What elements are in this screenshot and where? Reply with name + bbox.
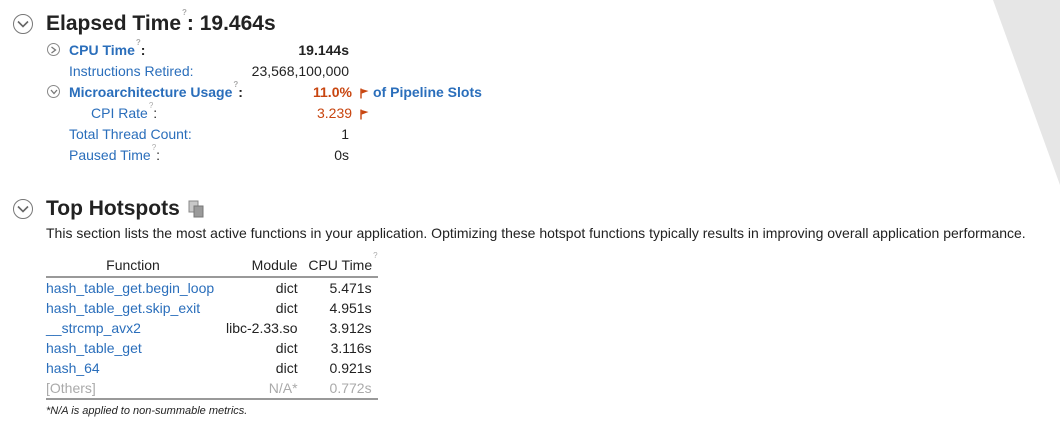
microarch-usage-value: 11.0% <box>313 84 352 100</box>
cpu-time-cell: 0.921s <box>329 360 372 376</box>
column-header-module[interactable]: Module <box>226 255 304 278</box>
function-cell[interactable]: hash_table_get <box>46 338 226 358</box>
collapse-hotspots-toggle[interactable] <box>13 199 33 219</box>
paused-time-row-label: Paused Time?: <box>69 143 161 163</box>
na-footnote: *N/A is applied to non-summable metrics. <box>46 405 248 417</box>
module-cell: dict <box>275 280 298 296</box>
chevron-right-icon <box>51 45 57 54</box>
cpu-time-label[interactable]: CPU Time <box>69 42 135 58</box>
microarch-usage-suffix[interactable]: of Pipeline Slots <box>373 84 482 100</box>
help-icon[interactable]: ? <box>373 251 377 260</box>
paused-time-label[interactable]: Paused Time <box>69 147 151 163</box>
module-cell: dict <box>275 340 298 356</box>
microarch-usage-row-label: Microarchitecture Usage?: <box>69 80 243 100</box>
cpi-rate-colon: : <box>153 105 158 121</box>
cpu-time-cell: 5.471s <box>329 280 372 296</box>
module-cell: dict <box>275 360 298 376</box>
help-icon[interactable]: ? <box>152 143 156 152</box>
help-icon[interactable]: ? <box>149 101 153 110</box>
function-cell[interactable]: hash_64 <box>46 358 226 378</box>
cpu-time-value: 19.144s <box>298 42 349 58</box>
elapsed-time-value: : 19.464s <box>186 12 276 35</box>
microarch-usage-colon: : <box>238 84 243 100</box>
copy-icon[interactable] <box>188 200 205 218</box>
function-cell[interactable]: hash_table_get.skip_exit <box>46 298 226 318</box>
elapsed-time-title: Elapsed Time <box>46 12 182 35</box>
expand-cpu-time-toggle[interactable] <box>47 43 60 56</box>
table-row: hash_64 dict 0.921s <box>46 358 378 378</box>
cpu-time-cell: 0.772s <box>303 378 378 400</box>
collapse-elapsed-toggle[interactable] <box>13 14 33 34</box>
table-row: __strcmp_avx2 libc-2.33.so 3.912s <box>46 318 378 338</box>
cpi-rate-label[interactable]: CPI Rate <box>91 105 148 121</box>
cpi-rate-row-label: CPI Rate?: <box>91 101 158 121</box>
chevron-down-icon <box>17 20 29 28</box>
cpu-time-cell: 4.951s <box>329 300 372 316</box>
top-hotspots-title: Top Hotspots <box>46 197 180 220</box>
instructions-retired-label[interactable]: Instructions Retired: <box>69 63 194 79</box>
elapsed-time-heading: Elapsed Time?: 19.464s <box>46 8 276 36</box>
microarch-usage-value-group: 11.0% <box>313 84 369 100</box>
cpi-rate-value: 3.239 <box>317 105 353 121</box>
cpu-time-cell: 3.116s <box>330 340 372 356</box>
function-cell[interactable]: __strcmp_avx2 <box>46 318 226 338</box>
module-cell: dict <box>275 300 298 316</box>
column-header-cpu-time[interactable]: CPU Time? <box>303 251 378 278</box>
instructions-retired-row: Instructions Retired: <box>69 63 194 79</box>
total-thread-count-label[interactable]: Total Thread Count: <box>69 126 192 142</box>
total-thread-count-row: Total Thread Count: <box>69 126 192 142</box>
chevron-down-icon <box>17 205 29 213</box>
help-icon[interactable]: ? <box>233 80 238 89</box>
table-row: hash_table_get.skip_exit dict 4.951s <box>46 298 378 318</box>
cpi-rate-value-group: 3.239 <box>317 105 369 121</box>
hotspots-description: This section lists the most active funct… <box>46 225 1026 241</box>
paused-time-colon: : <box>156 147 161 163</box>
cpu-time-row-label: CPU Time?: <box>69 38 146 58</box>
hotspots-table: Function Module CPU Time? hash_table_get… <box>46 251 378 400</box>
column-header-function[interactable]: Function <box>46 255 226 278</box>
issue-flag-icon[interactable] <box>360 88 369 99</box>
function-cell[interactable]: hash_table_get.begin_loop <box>46 277 226 298</box>
microarch-usage-label[interactable]: Microarchitecture Usage <box>69 84 232 100</box>
table-row: hash_table_get dict 3.116s <box>46 338 378 358</box>
function-cell: [Others] <box>46 378 226 400</box>
table-row: hash_table_get.begin_loop dict 5.471s <box>46 277 378 298</box>
cpu-time-cell: 3.912s <box>329 320 372 336</box>
instructions-retired-value: 23,568,100,000 <box>251 63 349 79</box>
table-header-row: Function Module CPU Time? <box>46 251 378 278</box>
paused-time-value: 0s <box>334 147 349 163</box>
collapse-microarch-toggle[interactable] <box>47 85 60 98</box>
help-icon[interactable]: ? <box>136 38 141 47</box>
total-thread-count-value: 1 <box>341 126 349 142</box>
help-icon[interactable]: ? <box>182 8 187 17</box>
chevron-down-icon <box>50 89 57 94</box>
issue-flag-icon[interactable] <box>360 109 369 120</box>
module-cell: libc-2.33.so <box>226 320 298 336</box>
table-row-others: [Others] N/A* 0.772s <box>46 378 378 400</box>
cpu-time-colon: : <box>140 42 146 58</box>
module-cell: N/A* <box>226 378 304 400</box>
